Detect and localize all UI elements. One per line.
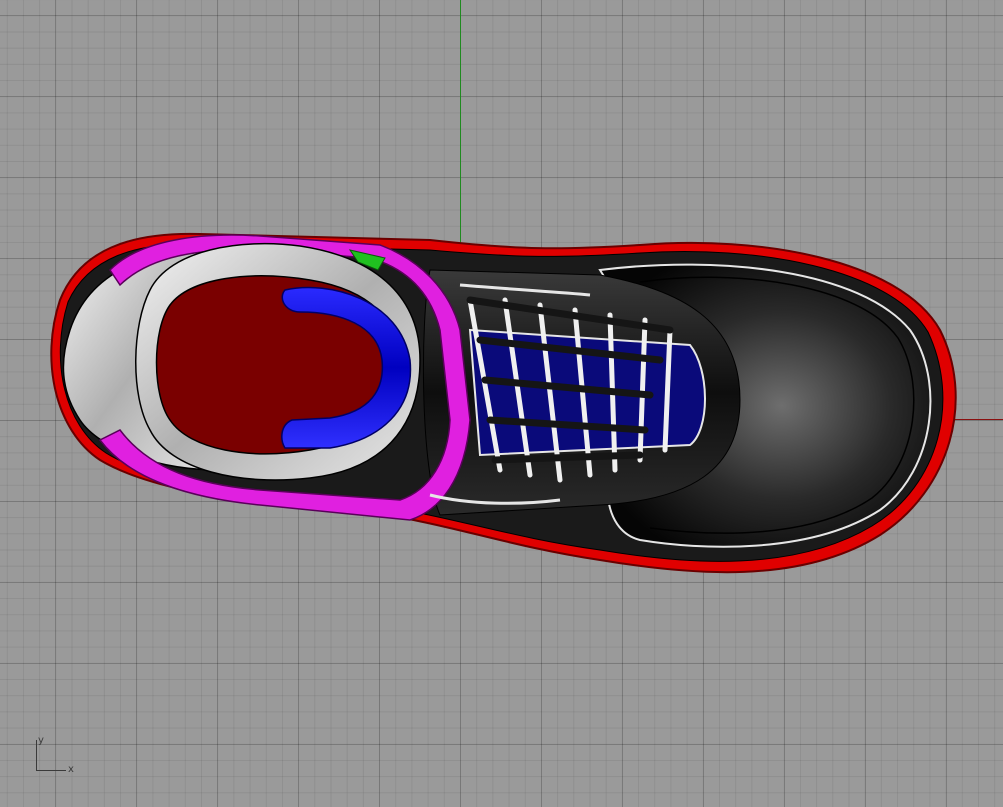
y-arm — [36, 740, 37, 770]
boot-model[interactable] — [0, 0, 1003, 807]
cplane-axis-indicator: y x — [30, 734, 80, 778]
x-arm — [36, 770, 66, 771]
y-axis-label: y — [38, 735, 44, 746]
rhino-viewport-top[interactable]: y x — [0, 0, 1003, 807]
x-axis-label: x — [68, 764, 74, 775]
